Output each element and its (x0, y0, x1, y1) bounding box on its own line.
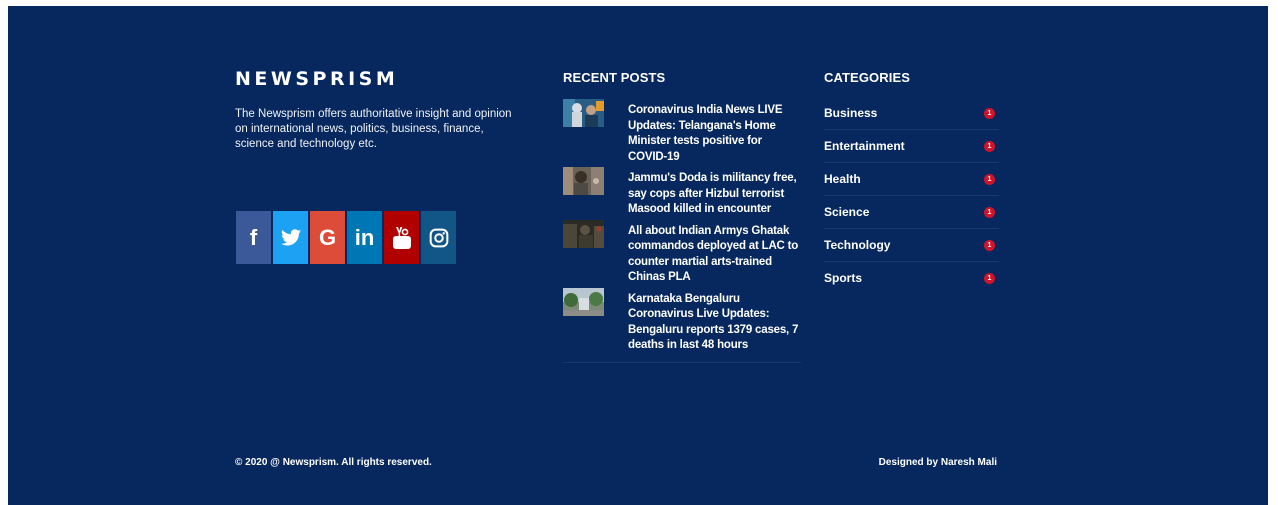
post-thumbnail[interactable] (563, 167, 604, 195)
category-count-badge: 1 (984, 173, 995, 185)
category-item-science[interactable]: Science 1 (824, 196, 999, 229)
recent-posts-divider (563, 361, 801, 363)
post-title-link[interactable]: Coronavirus India News LIVE Updates: Tel… (628, 103, 801, 165)
category-item-sports[interactable]: Sports 1 (824, 262, 999, 294)
post-thumbnail[interactable] (563, 219, 604, 248)
linkedin-link[interactable]: in (347, 211, 382, 264)
category-count-badge: 1 (984, 107, 995, 119)
facebook-icon: f (249, 224, 258, 250)
category-count-badge: 1 (984, 272, 995, 284)
post-title-link[interactable]: All about Indian Armys Ghatak commandos … (628, 224, 801, 286)
category-count-badge: 1 (984, 239, 995, 251)
about-section: NEWSPRISM The Newsprism offers authorita… (235, 68, 515, 152)
category-label[interactable]: Business (824, 106, 877, 120)
category-label[interactable]: Health (824, 172, 861, 186)
instagram-icon (429, 228, 449, 248)
recent-post-item[interactable]: Coronavirus India News LIVE Updates: Tel… (563, 99, 801, 165)
categories-section: CATEGORIES Business 1 Entertainment 1 He… (824, 70, 999, 294)
category-label[interactable]: Science (824, 205, 869, 219)
post-title-link[interactable]: Jammu's Doda is militancy free, say cops… (628, 171, 801, 218)
post-thumbnail[interactable] (563, 99, 604, 127)
category-item-business[interactable]: Business 1 (824, 97, 999, 130)
post-title-link[interactable]: Karnataka Bengaluru Coronavirus Live Upd… (628, 292, 801, 354)
google-link[interactable]: G (310, 211, 345, 264)
recent-post-item[interactable]: Jammu's Doda is militancy free, say cops… (563, 167, 801, 218)
instagram-link[interactable] (421, 211, 456, 264)
recent-posts-section: RECENT POSTS Coronavirus India News LIVE… (563, 70, 801, 363)
social-links: f G in (236, 211, 456, 264)
youtube-link[interactable] (384, 211, 419, 264)
category-item-entertainment[interactable]: Entertainment 1 (824, 130, 999, 163)
linkedin-icon: in (354, 224, 375, 250)
about-description: The Newsprism offers authoritative insig… (235, 108, 512, 150)
google-icon: G (318, 224, 337, 250)
recent-post-item[interactable]: Karnataka Bengaluru Coronavirus Live Upd… (563, 287, 801, 354)
recent-post-item[interactable]: All about Indian Armys Ghatak commandos … (563, 219, 801, 286)
twitter-link[interactable] (273, 211, 308, 264)
category-label[interactable]: Entertainment (824, 139, 905, 153)
category-item-technology[interactable]: Technology 1 (824, 229, 999, 262)
brand-logo[interactable]: NEWSPRISM (235, 68, 515, 90)
category-count-badge: 1 (984, 206, 995, 218)
post-thumbnail[interactable] (563, 287, 604, 316)
copyright-text: © 2020 @ Newsprism. All rights reserved. (235, 457, 432, 468)
category-count-badge: 1 (984, 140, 995, 152)
facebook-link[interactable]: f (236, 211, 271, 264)
designer-credit[interactable]: Designed by Naresh Mali (879, 457, 997, 468)
youtube-icon (392, 226, 412, 250)
recent-posts-title: RECENT POSTS (563, 70, 666, 85)
twitter-icon (280, 229, 301, 246)
category-label[interactable]: Technology (824, 238, 890, 252)
categories-title: CATEGORIES (824, 70, 910, 85)
category-label[interactable]: Sports (824, 271, 862, 285)
category-item-health[interactable]: Health 1 (824, 163, 999, 196)
site-footer: NEWSPRISM The Newsprism offers authorita… (8, 6, 1268, 505)
